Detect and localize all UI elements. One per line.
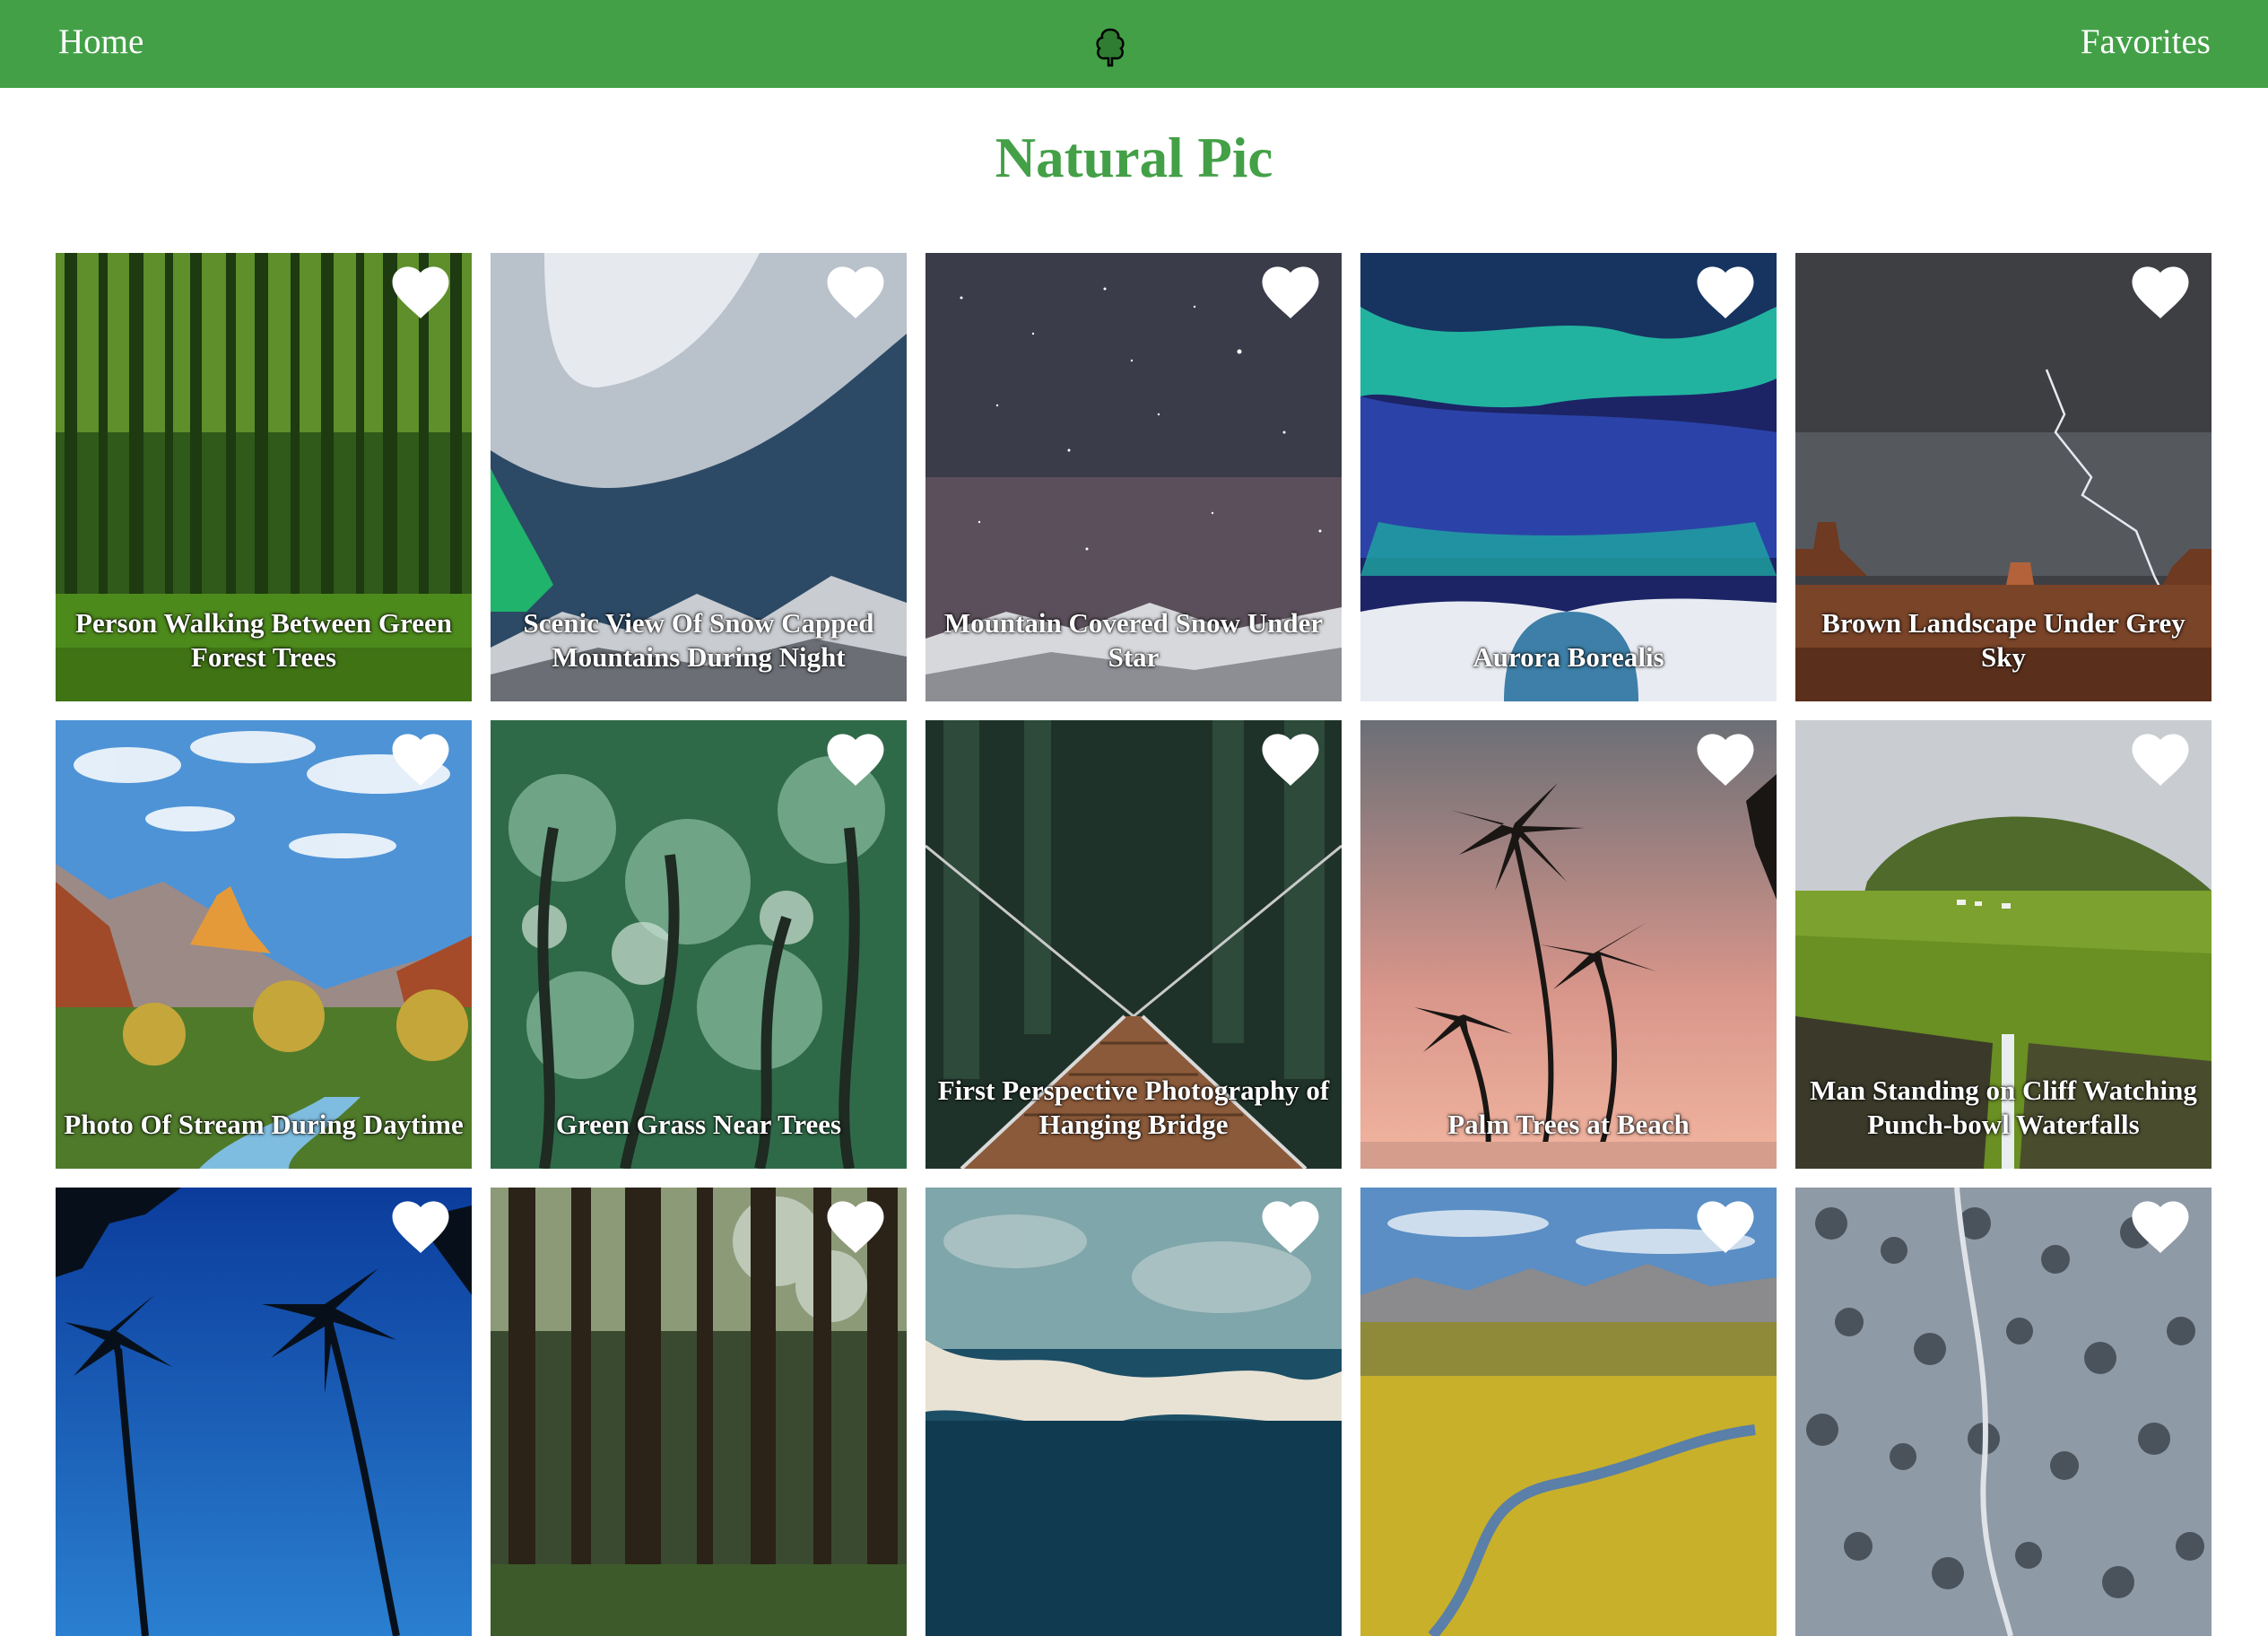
photo-grid: Person Walking Between Green Forest Tree… [56, 253, 2212, 1636]
heart-icon[interactable] [1692, 262, 1759, 321]
heart-icon[interactable] [1257, 1197, 1324, 1256]
photo-caption: First Perspective Photography of Hanging… [937, 1075, 1330, 1140]
photo-caption: Photo Of Stream During Daytime [64, 1109, 464, 1140]
heart-icon[interactable] [2127, 262, 2194, 321]
photo-card[interactable]: Person Walking Between Green Forest Tree… [56, 253, 472, 701]
heart-icon[interactable] [1257, 262, 1324, 321]
top-navbar: Home Favorites [0, 0, 2268, 88]
heart-icon[interactable] [822, 729, 889, 788]
photo-card[interactable]: Scenic View Of Snow Capped Mountains Dur… [491, 253, 907, 701]
photo-card[interactable]: Palm Trees at Beach [1360, 720, 1777, 1169]
photo-card[interactable] [925, 1188, 1342, 1636]
photo-card[interactable]: Mountain Covered Snow Under Star [925, 253, 1342, 701]
heart-icon[interactable] [387, 1197, 454, 1256]
heart-icon[interactable] [387, 729, 454, 788]
photo-caption: Person Walking Between Green Forest Tree… [75, 607, 452, 673]
photo-card[interactable] [56, 1188, 472, 1636]
nav-favorites-link[interactable]: Favorites [2081, 22, 2211, 62]
tree-icon[interactable] [1092, 27, 1128, 68]
heart-icon[interactable] [387, 262, 454, 321]
photo-caption: Mountain Covered Snow Under Star [943, 607, 1324, 673]
photo-caption: Aurora Borealis [1473, 641, 1664, 673]
photo-card[interactable] [491, 1188, 907, 1636]
photo-card[interactable]: Man Standing on Cliff Watching Punch-bow… [1795, 720, 2212, 1169]
photo-caption: Brown Landscape Under Grey Sky [1821, 607, 2185, 673]
photo-card[interactable]: Brown Landscape Under Grey Sky [1795, 253, 2212, 701]
photo-caption: Palm Trees at Beach [1447, 1109, 1690, 1140]
photo-card[interactable]: First Perspective Photography of Hanging… [925, 720, 1342, 1169]
heart-icon[interactable] [1692, 1197, 1759, 1256]
photo-card[interactable]: Photo Of Stream During Daytime [56, 720, 472, 1169]
photo-caption: Man Standing on Cliff Watching Punch-bow… [1810, 1075, 2197, 1140]
heart-icon[interactable] [822, 262, 889, 321]
photo-card[interactable]: Green Grass Near Trees [491, 720, 907, 1169]
heart-icon[interactable] [1257, 729, 1324, 788]
heart-icon[interactable] [822, 1197, 889, 1256]
photo-card[interactable] [1795, 1188, 2212, 1636]
photo-card[interactable] [1360, 1188, 1777, 1636]
heart-icon[interactable] [1692, 729, 1759, 788]
photo-caption: Green Grass Near Trees [555, 1109, 842, 1140]
nav-home-link[interactable]: Home [58, 22, 143, 62]
heart-icon[interactable] [2127, 1197, 2194, 1256]
photo-card[interactable]: Aurora Borealis [1360, 253, 1777, 701]
heart-icon[interactable] [2127, 729, 2194, 788]
photo-caption: Scenic View Of Snow Capped Mountains Dur… [523, 607, 874, 673]
page-title: Natural Pic [995, 126, 1273, 189]
